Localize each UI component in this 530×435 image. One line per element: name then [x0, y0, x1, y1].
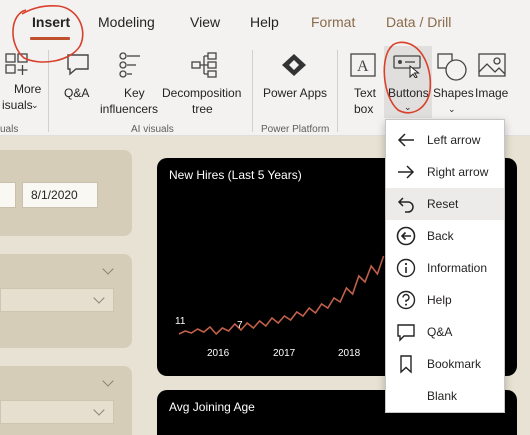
menu-item-blank[interactable]: Blank	[386, 380, 504, 412]
reset-icon	[397, 197, 414, 213]
date-slicer-card: 8/1/2020	[0, 150, 132, 236]
key-influencers-label-2: influencers	[100, 102, 159, 116]
dropdown-slicer-select[interactable]	[0, 400, 114, 424]
more-visuals-label-1: More	[14, 82, 42, 96]
tab-format[interactable]: Format	[311, 14, 355, 36]
image-icon	[478, 53, 506, 77]
menu-item-label: Information	[427, 261, 488, 275]
menu-item-label: Bookmark	[427, 357, 482, 371]
dropdown-slicer-select[interactable]	[0, 288, 114, 312]
menu-item-label: Back	[427, 229, 454, 243]
help-icon	[396, 290, 416, 310]
menu-item-help[interactable]: Help	[386, 284, 504, 316]
series-line	[178, 255, 385, 336]
menu-item-right-arrow[interactable]: Right arrow	[386, 156, 504, 188]
active-tab-underline	[30, 37, 70, 40]
tab-modeling[interactable]: Modeling	[98, 14, 155, 36]
text-box-label-2: box	[354, 102, 374, 116]
menu-item-qa[interactable]: Q&A	[386, 316, 504, 348]
menu-item-reset[interactable]: Reset	[386, 188, 504, 220]
data-label: 7	[237, 320, 243, 331]
group-label-power-platform: Power Platform	[261, 124, 330, 135]
chart-title: Avg Joining Age	[169, 400, 255, 414]
ribbon-tab-bar: Insert Modeling View Help Format Data / …	[0, 0, 530, 44]
dropdown-slicer-card	[0, 366, 132, 435]
key-influencers-button[interactable]: Key influencers	[100, 48, 162, 120]
chevron-down-icon: ⌄	[31, 100, 39, 110]
key-influencers-label-1: Key	[124, 86, 145, 100]
menu-item-label: Help	[427, 293, 452, 307]
x-tick-label: 2016	[207, 348, 230, 359]
group-label-visuals: uals	[0, 124, 19, 135]
right-arrow-icon	[398, 165, 415, 179]
buttons-label: Buttons	[388, 86, 429, 100]
chevron-down-icon: ⌄	[404, 102, 412, 112]
start-date-input[interactable]	[0, 182, 16, 208]
group-divider	[252, 50, 253, 132]
bookmark-icon	[400, 355, 412, 374]
qa-icon	[67, 54, 89, 76]
left-arrow-icon	[397, 133, 414, 147]
text-box-icon: A	[350, 53, 376, 77]
chevron-down-icon[interactable]	[102, 375, 114, 387]
menu-item-label: Left arrow	[427, 133, 481, 147]
qa-label: Q&A	[64, 86, 90, 100]
data-label: 11	[175, 316, 186, 327]
power-apps-icon	[282, 54, 306, 76]
chevron-down-icon	[93, 404, 105, 416]
dropdown-slicer-card	[0, 254, 132, 348]
qa-visual-button[interactable]: Q&A	[56, 48, 100, 108]
group-label-ai-visuals: AI visuals	[131, 124, 174, 135]
menu-item-back[interactable]: Back	[386, 220, 504, 252]
power-apps-label: Power Apps	[263, 86, 328, 100]
text-box-button[interactable]: A Text box	[344, 48, 384, 120]
buttons-dropdown-menu: Left arrow Right arrow Reset Back Inform…	[385, 119, 505, 413]
chevron-down-icon: ⌄	[448, 104, 456, 114]
shapes-button[interactable]: Shapes ⌄	[432, 48, 474, 120]
more-visuals-icon	[5, 53, 28, 75]
decomposition-label-2: tree	[192, 102, 213, 116]
tab-view[interactable]: View	[190, 14, 220, 36]
group-divider	[48, 50, 49, 132]
x-tick-label: 2018	[338, 348, 361, 359]
text-box-label-1: Text	[354, 86, 377, 100]
buttons-icon	[393, 55, 421, 78]
svg-text:A: A	[357, 58, 369, 75]
menu-item-label: Right arrow	[427, 165, 489, 179]
key-influencers-icon	[119, 52, 140, 78]
information-icon	[396, 258, 416, 278]
decomposition-label-1: Decomposition	[162, 86, 242, 100]
more-visuals-button[interactable]: More isuals ⌄	[0, 48, 44, 122]
image-label: Image	[475, 86, 509, 100]
menu-item-bookmark[interactable]: Bookmark	[386, 348, 504, 380]
tab-insert[interactable]: Insert	[32, 14, 70, 36]
x-tick-label: 2017	[273, 348, 296, 359]
decomposition-tree-button[interactable]: Decomposition tree	[162, 48, 246, 120]
menu-item-label: Blank	[427, 389, 458, 403]
qa-icon	[397, 324, 415, 342]
power-apps-button[interactable]: Power Apps	[258, 48, 330, 108]
menu-item-label: Reset	[427, 197, 459, 211]
end-date-input[interactable]: 8/1/2020	[22, 182, 98, 208]
menu-item-information[interactable]: Information	[386, 252, 504, 284]
chevron-down-icon[interactable]	[102, 263, 114, 275]
tab-help[interactable]: Help	[250, 14, 279, 36]
buttons-dropdown-button[interactable]: Buttons ⌄	[384, 46, 432, 118]
decomposition-tree-icon	[191, 52, 217, 78]
image-button[interactable]: Image	[472, 48, 512, 108]
chevron-down-icon	[93, 292, 105, 304]
more-visuals-label-2: isuals	[2, 98, 33, 112]
menu-item-label: Q&A	[427, 325, 453, 339]
shapes-icon	[437, 53, 467, 81]
menu-item-left-arrow[interactable]: Left arrow	[386, 124, 504, 156]
group-divider	[337, 50, 338, 132]
back-icon	[396, 226, 416, 246]
shapes-label: Shapes	[433, 86, 474, 100]
tab-data-drill[interactable]: Data / Drill	[386, 14, 451, 36]
